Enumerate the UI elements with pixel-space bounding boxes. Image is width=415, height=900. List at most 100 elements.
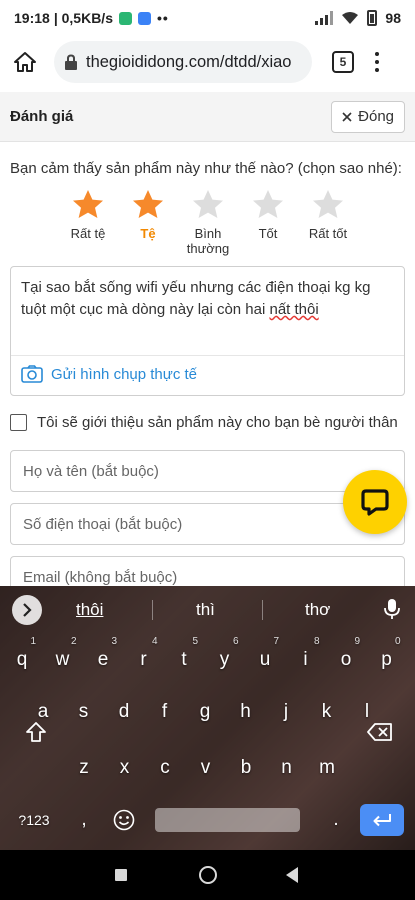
on-screen-keyboard: thôi thì thơ q1w2e3r4t5y6u7i8o9p0asdfghj…: [0, 586, 415, 850]
shift-key[interactable]: [18, 712, 54, 752]
browser-toolbar: thegioididong.com/dtdd/xiao 5: [0, 36, 415, 88]
key-u[interactable]: u7: [247, 636, 283, 680]
key-r[interactable]: r4: [126, 636, 162, 680]
more-notifications-icon: ••: [156, 10, 169, 26]
chat-button[interactable]: [343, 470, 407, 534]
key-m[interactable]: m: [309, 748, 345, 788]
key-p[interactable]: p0: [369, 636, 405, 680]
recommend-checkbox[interactable]: [10, 414, 27, 431]
key-w[interactable]: w2: [45, 636, 81, 680]
key-q[interactable]: q1: [4, 636, 40, 680]
period-key[interactable]: .: [318, 800, 354, 840]
name-placeholder: Họ và tên (bắt buộc): [23, 462, 159, 480]
star-option-1[interactable]: Rất tệ: [58, 188, 118, 256]
star-option-4[interactable]: Tốt: [238, 188, 298, 256]
key-f[interactable]: f: [147, 692, 183, 732]
star-rating: Rất tệ Tệ Bình thường Tốt Rất tốt: [58, 188, 358, 256]
phone-placeholder: Số điện thoại (bắt buộc): [23, 515, 183, 533]
suggestion-3[interactable]: thơ: [305, 600, 330, 620]
overflow-menu-icon[interactable]: [372, 52, 382, 72]
rating-question: Bạn cảm thấy sản phẩm này như thế nào? (…: [10, 160, 402, 177]
key-t[interactable]: t5: [166, 636, 202, 680]
review-text: Tại sao bắt sống wifi yếu nhưng các điện…: [21, 277, 391, 321]
app-notification-icon-2: [137, 11, 151, 25]
star-label: Bình thường: [186, 226, 230, 256]
star-label: Rất tốt: [308, 226, 348, 241]
upload-label: Gửi hình chụp thực tế: [51, 365, 197, 383]
key-c[interactable]: c: [147, 748, 183, 788]
recommend-label: Tôi sẽ giới thiệu sản phẩm này cho bạn b…: [37, 414, 398, 431]
email-placeholder: Email (không bắt buộc): [23, 568, 178, 586]
page-title: Đánh giá: [10, 108, 74, 125]
recommend-option[interactable]: Tôi sẽ giới thiệu sản phẩm này cho bạn b…: [10, 414, 398, 431]
upload-photo-button[interactable]: Gửi hình chụp thực tế: [21, 365, 197, 383]
wifi-icon: [342, 12, 359, 24]
star-option-5[interactable]: Rất tốt: [298, 188, 358, 256]
close-button[interactable]: Đóng: [331, 100, 405, 133]
battery-level: 98: [385, 10, 401, 26]
recent-apps-button[interactable]: [115, 869, 127, 881]
star-icon: [133, 190, 163, 218]
suggestion-divider: [262, 600, 263, 620]
enter-key[interactable]: [360, 804, 404, 836]
chat-icon: [361, 489, 389, 516]
key-v[interactable]: v: [188, 748, 224, 788]
key-k[interactable]: k: [309, 692, 345, 732]
signal-icon: [315, 11, 334, 25]
microphone-icon[interactable]: [384, 598, 400, 620]
key-d[interactable]: d: [106, 692, 142, 732]
url-text: thegioididong.com/dtdd/xiao: [86, 52, 292, 71]
lock-icon: [65, 54, 77, 70]
key-o[interactable]: o9: [328, 636, 364, 680]
star-icon: [193, 190, 223, 218]
comma-key[interactable]: ,: [66, 800, 102, 840]
star-option-3[interactable]: Bình thường: [178, 188, 238, 256]
key-n[interactable]: n: [269, 748, 305, 788]
star-option-2[interactable]: Tệ: [118, 188, 178, 256]
key-x[interactable]: x: [107, 748, 143, 788]
star-label: Tệ: [140, 226, 156, 241]
symbols-key[interactable]: ?123: [14, 800, 54, 840]
suggestion-divider: [152, 600, 153, 620]
status-time: 19:18: [14, 10, 50, 26]
back-button[interactable]: [286, 867, 298, 883]
key-e[interactable]: e3: [85, 636, 121, 680]
tab-switcher-button[interactable]: 5: [332, 51, 354, 73]
home-icon[interactable]: [10, 47, 40, 77]
key-g[interactable]: g: [187, 692, 223, 732]
key-b[interactable]: b: [228, 748, 264, 788]
name-field[interactable]: Họ và tên (bắt buộc): [10, 450, 405, 492]
suggestion-2[interactable]: thì: [196, 600, 215, 620]
backspace-key[interactable]: [362, 712, 398, 752]
review-header: Đánh giá Đóng: [0, 92, 415, 142]
enter-icon: [373, 814, 391, 827]
battery-icon: [367, 10, 378, 26]
star-icon: [73, 190, 103, 218]
review-text-misspelled: nất thôi: [269, 301, 319, 318]
key-z[interactable]: z: [66, 748, 102, 788]
suggestion-1[interactable]: thôi: [76, 600, 103, 620]
emoji-key[interactable]: [106, 800, 142, 840]
camera-icon: [21, 365, 43, 383]
system-nav-bar: [0, 850, 415, 900]
key-j[interactable]: j: [268, 692, 304, 732]
divider: [11, 355, 404, 356]
close-label: Đóng: [358, 108, 394, 125]
key-s[interactable]: s: [66, 692, 102, 732]
key-i[interactable]: i8: [288, 636, 324, 680]
home-button[interactable]: [199, 866, 217, 884]
key-y[interactable]: y6: [207, 636, 243, 680]
status-bar: 19:18 | 0,5KB/s •• 98: [0, 0, 415, 36]
star-label: Tốt: [258, 226, 278, 241]
close-icon: [342, 111, 352, 122]
emoji-icon: [113, 809, 135, 831]
key-h[interactable]: h: [228, 692, 264, 732]
star-label: Rất tệ: [70, 226, 106, 241]
url-bar[interactable]: thegioididong.com/dtdd/xiao: [54, 41, 312, 83]
star-icon: [313, 190, 343, 218]
star-icon: [253, 190, 283, 218]
review-textarea[interactable]: Tại sao bắt sống wifi yếu nhưng các điện…: [10, 266, 405, 396]
keyboard-toolbar-arrow-icon[interactable]: [12, 595, 42, 625]
app-notification-icon: [118, 11, 132, 25]
space-bar[interactable]: [155, 808, 300, 832]
